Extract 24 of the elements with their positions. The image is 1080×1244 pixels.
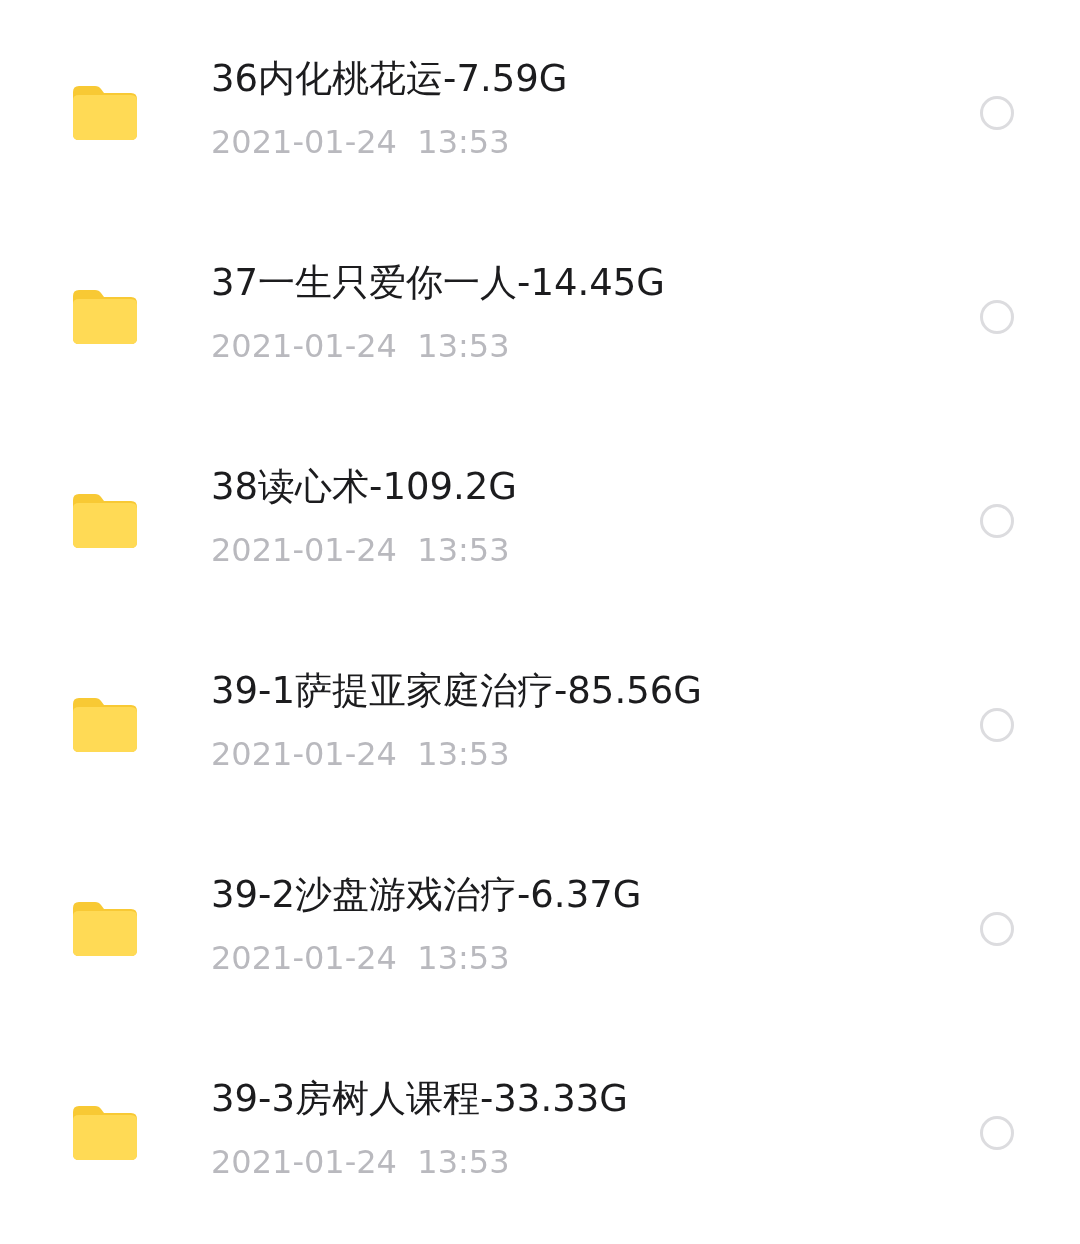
select-radio[interactable] — [980, 912, 1014, 946]
folder-name: 39-1萨提亚家庭治疗-85.56G — [211, 668, 703, 714]
select-radio[interactable] — [980, 1116, 1014, 1150]
folder-icon — [73, 1106, 137, 1160]
folder-name: 39-3房树人课程-33.33G — [211, 1076, 629, 1122]
folder-name: 39-2沙盘游戏治疗-6.37G — [211, 872, 643, 918]
folder-icon — [73, 902, 137, 956]
select-radio[interactable] — [980, 300, 1014, 334]
folder-date: 2021-01-24 13:53 — [211, 938, 511, 979]
folder-date: 2021-01-24 13:53 — [211, 326, 511, 367]
folder-icon — [73, 290, 137, 344]
folder-date: 2021-01-24 13:53 — [211, 530, 511, 571]
folder-date: 2021-01-24 13:53 — [211, 122, 511, 163]
folder-icon — [73, 86, 137, 140]
select-radio[interactable] — [980, 504, 1014, 538]
select-radio[interactable] — [980, 96, 1014, 130]
folder-date: 2021-01-24 13:53 — [211, 734, 511, 775]
folder-date: 2021-01-24 13:53 — [211, 1142, 511, 1183]
select-radio[interactable] — [980, 708, 1014, 742]
folder-icon — [73, 494, 137, 548]
folder-name: 38读心术-109.2G — [211, 464, 519, 510]
folder-icon — [73, 698, 137, 752]
folder-name: 36内化桃花运-7.59G — [211, 56, 569, 102]
folder-name: 37一生只爱你一人-14.45G — [211, 260, 667, 306]
